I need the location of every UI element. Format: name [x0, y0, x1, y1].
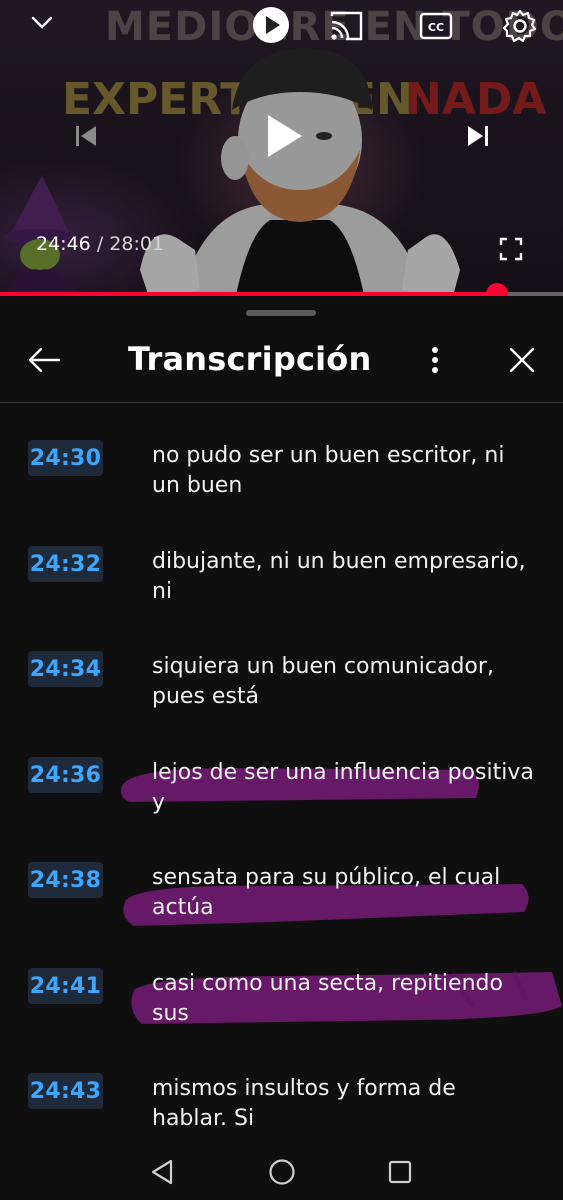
segment-timestamp[interactable]: 24:34 [28, 651, 103, 687]
segment-text: mismos insultos y forma de hablar. Si [152, 1076, 456, 1131]
segment-timestamp[interactable]: 24:38 [28, 862, 103, 898]
back-triangle-icon[interactable] [142, 1152, 182, 1192]
segment-text: no pudo ser un buen escritor, ni un buen [152, 443, 505, 498]
transcript-segment[interactable]: 24:36 lejos de ser una influencia positi… [0, 757, 563, 857]
captions-icon[interactable]: CC [416, 8, 456, 44]
header-divider [0, 402, 563, 403]
transcript-panel: Transcripción 24:30 no pudo ser un buen … [0, 296, 563, 1200]
segment-timestamp[interactable]: 24:43 [28, 1073, 103, 1109]
current-time: 24:46 [36, 233, 91, 255]
playback-time: 24:46 / 28:01 [36, 233, 164, 255]
autoplay-toggle-icon[interactable] [250, 4, 292, 46]
segment-timestamp[interactable]: 24:32 [28, 546, 103, 582]
segment-text: lejos de ser una influencia positiva y [152, 760, 534, 815]
more-vertical-icon[interactable] [420, 338, 450, 382]
segment-timestamp[interactable]: 24:36 [28, 757, 103, 793]
segment-timestamp[interactable]: 24:30 [28, 440, 103, 476]
segment-text: casi como una secta, repitiendo sus [152, 971, 503, 1026]
back-arrow-icon[interactable] [22, 338, 66, 382]
video-player[interactable]: MEDIOCRE EN TODO EXPERTO EN NADA CC 24:4… [0, 0, 563, 296]
segment-text: sensata para su público, el cual actúa [152, 865, 501, 920]
next-icon[interactable] [458, 116, 498, 156]
drag-handle[interactable] [246, 310, 316, 316]
transcript-segment[interactable]: 24:32 dibujante, ni un buen empresario, … [0, 546, 563, 646]
segment-timestamp[interactable]: 24:41 [28, 968, 103, 1004]
duration: 28:01 [109, 233, 165, 255]
settings-icon[interactable] [499, 5, 541, 47]
transcript-header: Transcripción [0, 324, 563, 402]
fullscreen-icon[interactable] [494, 232, 528, 266]
close-icon[interactable] [500, 338, 544, 382]
home-circle-icon[interactable] [262, 1152, 302, 1192]
system-navigation-bar [0, 1130, 563, 1200]
transcript-segment[interactable]: 24:38 sensata para su público, el cual a… [0, 862, 563, 962]
previous-icon[interactable] [66, 116, 106, 156]
transcript-segment[interactable]: 24:34 siquiera un buen comunicador, pues… [0, 651, 563, 751]
segment-text: dibujante, ni un buen empresario, ni [152, 549, 526, 604]
cast-icon[interactable] [326, 6, 366, 46]
transcript-segment[interactable]: 24:30 no pudo ser un buen escritor, ni u… [0, 440, 563, 540]
transcript-title: Transcripción [128, 340, 372, 378]
time-separator: / [96, 233, 104, 255]
segment-text: siquiera un buen comunicador, pues está [152, 654, 494, 709]
svg-text:CC: CC [428, 21, 444, 34]
recents-square-icon[interactable] [380, 1152, 420, 1192]
play-icon[interactable] [254, 106, 314, 166]
collapse-icon[interactable] [24, 8, 60, 38]
transcript-segment[interactable]: 24:41 casi como una secta, repitiendo su… [0, 968, 563, 1068]
